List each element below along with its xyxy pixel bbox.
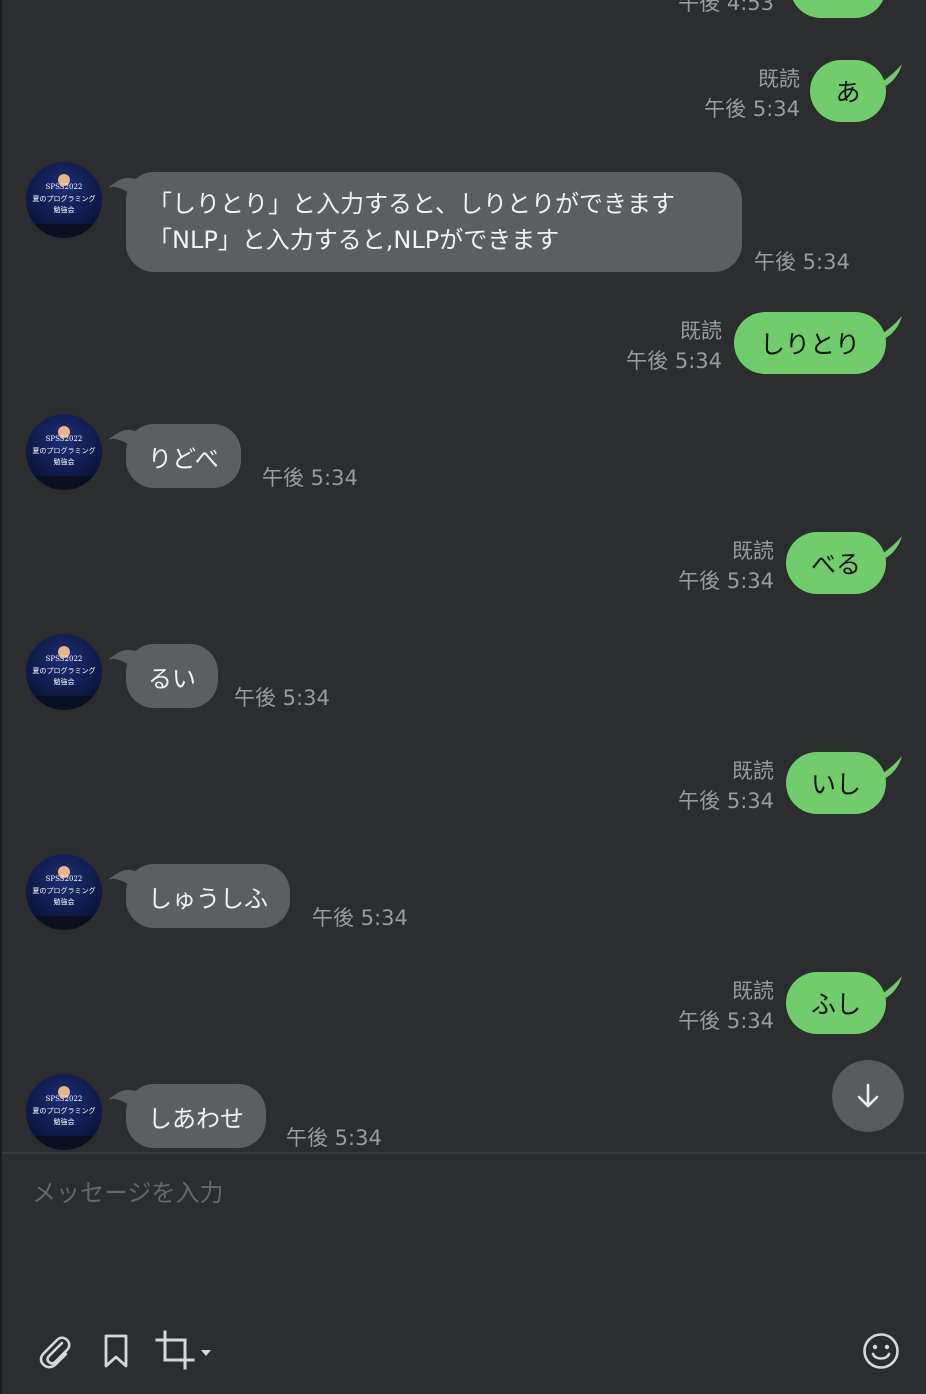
- avatar[interactable]: SPSS2022 夏のプログラミング 勉強会: [26, 414, 102, 490]
- message-bubble[interactable]: しあわせ: [126, 1084, 266, 1148]
- avatar-ground: [26, 476, 102, 490]
- message-time: 午後 5:34: [704, 97, 800, 121]
- crop-icon: [155, 1330, 211, 1370]
- avatar-text: SPSS2022: [45, 435, 83, 443]
- paperclip-icon: [39, 1336, 71, 1369]
- partial-outgoing-bubble[interactable]: [790, 0, 886, 18]
- message-time: 午後 4:53: [678, 0, 774, 15]
- incoming-message: SPSS2022 夏のプログラミング 勉強会 るい 午後 5:34: [2, 634, 926, 710]
- avatar-ground: [26, 1136, 102, 1150]
- outgoing-message: 既読 午後 5:34 しりとり: [2, 312, 926, 382]
- scroll-to-bottom-button[interactable]: [832, 1060, 904, 1132]
- message-meta: 既読 午後 5:34: [678, 976, 774, 1036]
- message-meta: 既読 午後 5:34: [704, 64, 800, 124]
- avatar[interactable]: SPSS2022 夏のプログラミング 勉強会: [26, 1074, 102, 1150]
- avatar[interactable]: SPSS2022 夏のプログラミング 勉強会: [26, 634, 102, 710]
- emoji-button[interactable]: [858, 1328, 904, 1374]
- avatar-text: SPSS2022: [45, 1095, 83, 1103]
- message-time: 午後 5:34: [678, 569, 774, 593]
- read-receipt: 既読: [732, 759, 774, 783]
- incoming-message: SPSS2022 夏のプログラミング 勉強会 りどべ 午後 5:34: [2, 414, 926, 490]
- message-time: 午後 5:34: [754, 250, 850, 274]
- message-time: 午後 5:34: [678, 1009, 774, 1033]
- keep-button[interactable]: [94, 1328, 138, 1374]
- message-line: 「しりとり」と入力すると、しりとりができます: [148, 190, 676, 218]
- message-time: 午後 5:34: [286, 1126, 382, 1150]
- message-time: 午後 5:34: [626, 349, 722, 373]
- screen-capture-button[interactable]: [152, 1326, 216, 1374]
- read-receipt: 既読: [680, 319, 722, 343]
- arrow-down-icon: [857, 1083, 879, 1108]
- outgoing-message: 既読 午後 5:34 あ: [2, 60, 926, 130]
- avatar[interactable]: SPSS2022 夏のプログラミング 勉強会: [26, 854, 102, 930]
- read-receipt: 既読: [732, 539, 774, 563]
- avatar-text: 勉強会: [53, 1118, 75, 1126]
- outgoing-message: 既読 午後 5:34 べる: [2, 532, 926, 602]
- message-meta: 既読 午後 5:34: [678, 756, 774, 816]
- avatar-text: 勉強会: [53, 898, 75, 906]
- avatar-ground: [26, 224, 102, 238]
- read-receipt: 既読: [758, 67, 800, 91]
- outgoing-message: 既読 午後 5:34 いし: [2, 752, 926, 822]
- avatar-text: 勉強会: [53, 678, 75, 686]
- message-bubble[interactable]: しりとり: [734, 312, 886, 374]
- incoming-message: SPSS2022 夏のプログラミング 勉強会 「しりとり」と入力すると、しりとり…: [2, 162, 926, 274]
- message-bubble[interactable]: べる: [786, 532, 886, 594]
- message-bubble[interactable]: あ: [810, 60, 886, 122]
- message-bubble[interactable]: りどべ: [126, 424, 241, 488]
- incoming-message: SPSS2022 夏のプログラミング 勉強会 しゅうしふ 午後 5:34: [2, 854, 926, 930]
- message-time: 午後 5:34: [678, 789, 774, 813]
- chat-history[interactable]: 午後 4:53 既読 午後 5:34 あ SPSS2022 夏のプログラミング …: [2, 0, 926, 1152]
- message-time: 午後 5:34: [234, 686, 330, 710]
- top-partial-message: 午後 4:53: [2, 0, 926, 20]
- avatar-text: 夏のプログラミング: [32, 447, 96, 455]
- avatar-text: 夏のプログラミング: [32, 195, 96, 203]
- avatar-text: 夏のプログラミング: [32, 887, 96, 895]
- avatar-text: SPSS2022: [45, 655, 83, 663]
- avatar-text: 勉強会: [53, 458, 75, 466]
- avatar-ground: [26, 696, 102, 710]
- message-time: 午後 5:34: [312, 906, 408, 930]
- attach-button[interactable]: [32, 1328, 78, 1374]
- message-bubble[interactable]: しゅうしふ: [126, 864, 290, 928]
- avatar-text: 夏のプログラミング: [32, 1107, 96, 1115]
- smiley-icon: [863, 1333, 899, 1369]
- avatar-ground: [26, 916, 102, 930]
- avatar-text: SPSS2022: [45, 875, 83, 883]
- avatar-text: SPSS2022: [45, 183, 83, 191]
- message-bubble[interactable]: いし: [786, 752, 886, 814]
- avatar[interactable]: SPSS2022 夏のプログラミング 勉強会: [26, 162, 102, 238]
- message-time: 午後 5:34: [262, 466, 358, 490]
- outgoing-message: 既読 午後 5:34 ふし: [2, 972, 926, 1042]
- message-input[interactable]: [30, 1172, 894, 1214]
- message-meta: 既読 午後 5:34: [678, 536, 774, 596]
- bookmark-icon: [104, 1334, 128, 1368]
- message-bubble[interactable]: るい: [126, 644, 218, 708]
- message-meta: 既読 午後 5:34: [626, 316, 722, 376]
- read-receipt: 既読: [732, 979, 774, 1003]
- message-composer: [2, 1154, 926, 1394]
- avatar-text: 勉強会: [53, 206, 75, 214]
- message-bubble[interactable]: 「しりとり」と入力すると、しりとりができます 「NLP」と入力すると,NLPがで…: [126, 172, 742, 272]
- incoming-message: SPSS2022 夏のプログラミング 勉強会 しあわせ 午後 5:34: [2, 1074, 926, 1150]
- message-bubble[interactable]: ふし: [786, 972, 886, 1034]
- message-line: 「NLP」と入力すると,NLPができます: [148, 226, 560, 254]
- avatar-text: 夏のプログラミング: [32, 667, 96, 675]
